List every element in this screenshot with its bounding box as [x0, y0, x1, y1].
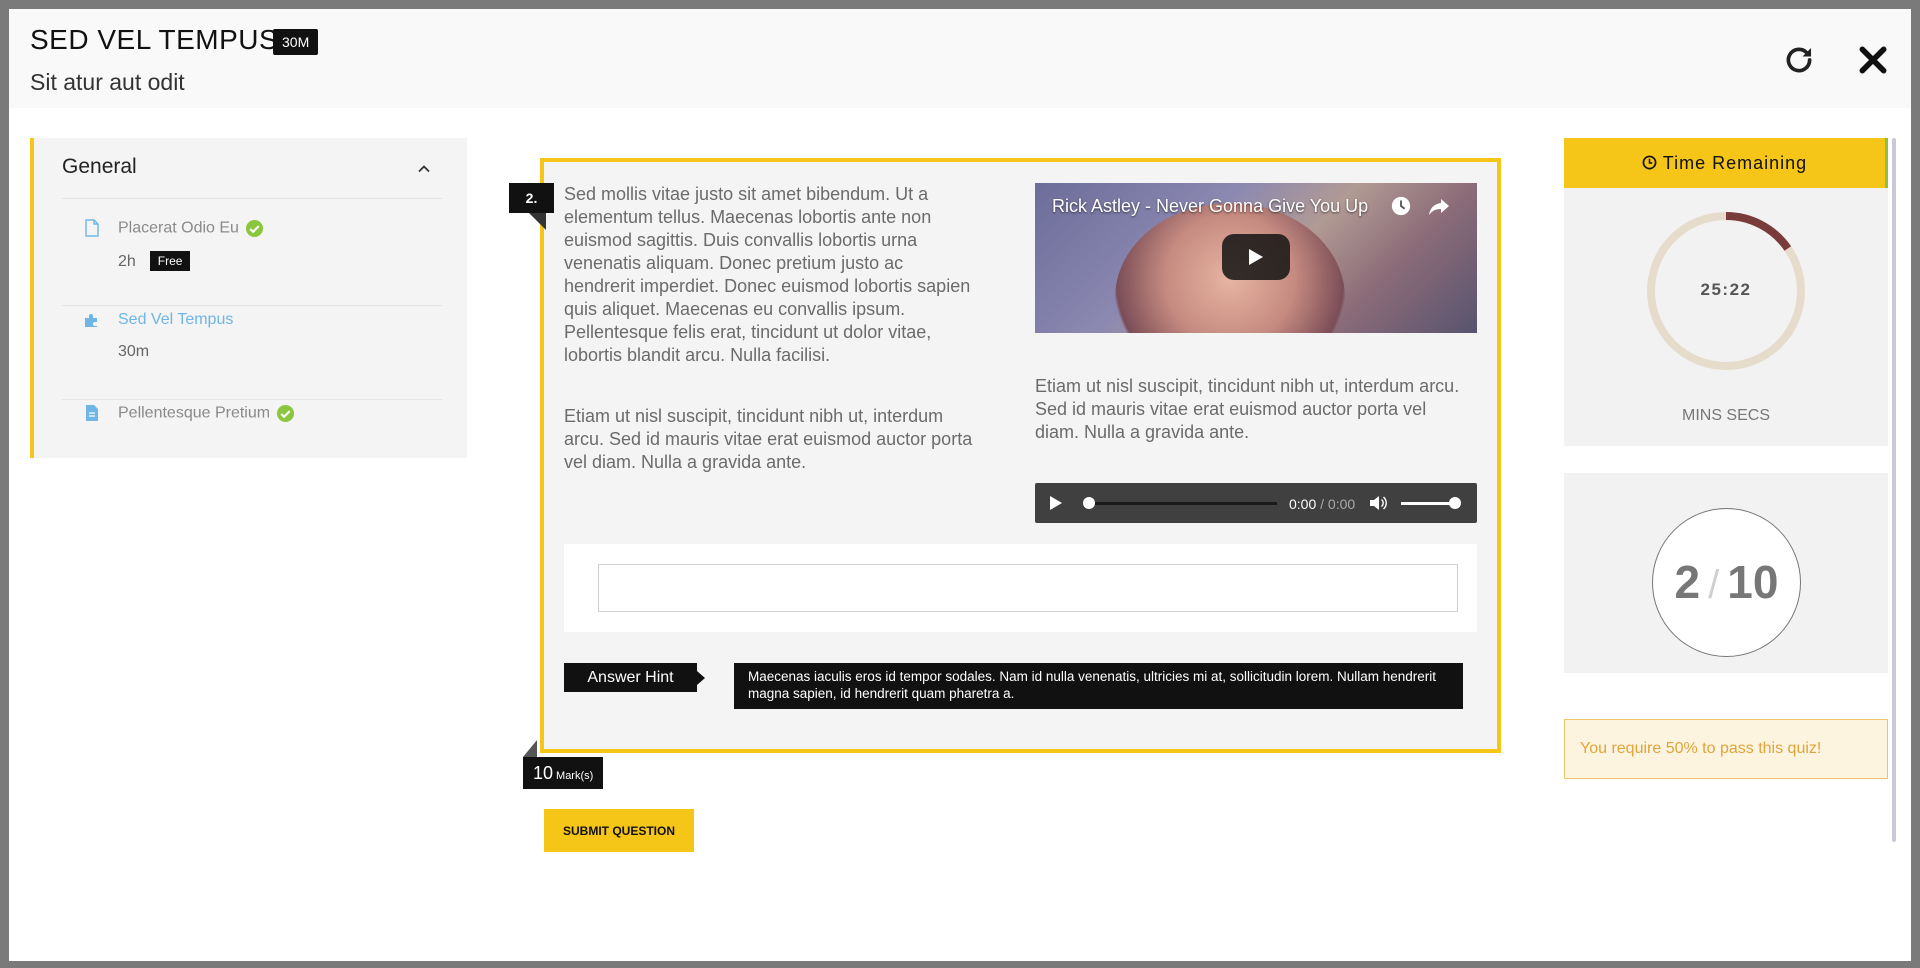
- watch-later-icon[interactable]: [1390, 195, 1412, 217]
- file-icon: [85, 219, 99, 237]
- question-number-tail: [529, 213, 546, 230]
- refresh-button[interactable]: [1782, 43, 1816, 77]
- answer-input[interactable]: [598, 564, 1458, 612]
- audio-time: 0:00 / 0:00: [1289, 496, 1355, 512]
- close-button[interactable]: [1857, 44, 1889, 76]
- volume-icon[interactable]: [1369, 495, 1387, 511]
- page-title: SED VEL TEMPUS: [30, 24, 279, 55]
- marks-label: Mark(s): [556, 770, 594, 782]
- document-icon: [86, 405, 98, 421]
- marks-value: 10: [533, 763, 554, 783]
- audio-play-icon[interactable]: [1049, 495, 1063, 511]
- timer-units: MINS SECS: [1681, 407, 1770, 424]
- completed-check-icon: [277, 404, 295, 423]
- share-icon[interactable]: [1427, 196, 1451, 218]
- sidebar-item-label[interactable]: Pellentesque Pretium: [118, 404, 295, 423]
- refresh-icon: [1786, 47, 1812, 73]
- sidebar-item-placerat-odio-eu[interactable]: Placerat Odio Eu 2h Free: [62, 216, 442, 306]
- chevron-up-icon[interactable]: [416, 161, 432, 177]
- duration-text: 2h: [118, 253, 136, 270]
- marks-badge: 10 Mark(s): [523, 757, 604, 789]
- progress-panel: 2/10: [1564, 473, 1888, 673]
- play-icon: [1249, 249, 1263, 265]
- page-subtitle: Sit atur aut odit: [30, 69, 185, 95]
- scrollbar[interactable]: [1892, 138, 1896, 842]
- video-player[interactable]: Rick Astley - Never Gonna Give You Up: [1035, 183, 1477, 333]
- submit-question-button[interactable]: SUBMIT QUESTION: [544, 809, 694, 852]
- timer-panel: 25:22 MINS SECS: [1564, 188, 1888, 446]
- audio-progress-handle[interactable]: [1083, 497, 1095, 509]
- audio-progress-track[interactable]: [1087, 502, 1277, 505]
- sidebar-item-label[interactable]: Sed Vel Tempus: [118, 311, 233, 329]
- progress-separator: /: [1708, 563, 1720, 607]
- sidebar-item-pellentesque-pretium[interactable]: Pellentesque Pretium: [62, 401, 442, 441]
- question-paragraph: Sed mollis vitae justo sit amet bibendum…: [564, 184, 971, 365]
- lesson-name: Pellentesque Pretium: [118, 404, 271, 422]
- quiz-window: SED VEL TEMPUS 30M Sit atur aut odit Gen…: [9, 9, 1911, 961]
- question-number: 2.: [509, 183, 554, 213]
- answer-area: [564, 544, 1477, 632]
- progress-total: 10: [1727, 556, 1779, 608]
- section-title: General: [62, 155, 137, 178]
- volume-track[interactable]: [1401, 502, 1455, 505]
- pass-requirement-notice: You require 50% to pass this quiz!: [1564, 719, 1888, 779]
- hint-arrow: [697, 671, 705, 685]
- timer-title: Time Remaining: [1662, 153, 1808, 173]
- media-description: Etiam ut nisl suscipit, tincidunt nibh u…: [1035, 376, 1460, 442]
- free-badge: Free: [149, 251, 191, 271]
- question-paragraph: Etiam ut nisl suscipit, tincidunt nibh u…: [564, 406, 973, 472]
- timer-value: 25:22: [1700, 280, 1752, 299]
- answer-hint-text: Maecenas iaculis eros id tempor sodales.…: [734, 663, 1463, 709]
- audio-player: 0:00 / 0:00: [1035, 483, 1477, 523]
- close-icon: [1859, 46, 1887, 74]
- header: SED VEL TEMPUS 30M Sit atur aut odit: [9, 9, 1911, 108]
- lesson-name: Placerat Odio Eu: [118, 219, 239, 237]
- progress-current: 2: [1674, 556, 1701, 608]
- section-header[interactable]: General: [62, 155, 442, 199]
- video-play-button[interactable]: [1222, 234, 1290, 280]
- puzzle-icon: [85, 314, 97, 327]
- audio-time-separator: /: [1316, 496, 1328, 512]
- audio-current-time: 0:00: [1289, 496, 1317, 512]
- sidebar-item-label[interactable]: Placerat Odio Eu: [118, 219, 264, 238]
- clock-icon: [1642, 155, 1657, 170]
- curriculum-sidebar: General Placerat Odio Eu 2h Free Sed Vel …: [30, 138, 467, 458]
- question-text: Sed mollis vitae justo sit amet bibendum…: [564, 183, 974, 512]
- lesson-duration: 30m: [118, 343, 150, 360]
- completed-check-icon: [245, 219, 264, 238]
- audio-total-time: 0:00: [1327, 496, 1356, 512]
- lesson-duration: 2h Free: [118, 251, 191, 271]
- duration-badge: 30M: [273, 29, 319, 55]
- question-progress: 2/10: [1652, 508, 1801, 657]
- answer-hint-label[interactable]: Answer Hint: [564, 663, 697, 692]
- sidebar-item-sed-vel-tempus[interactable]: Sed Vel Tempus 30m: [62, 308, 442, 400]
- video-title[interactable]: Rick Astley - Never Gonna Give You Up: [1052, 196, 1368, 217]
- timer-header: Time Remaining: [1564, 138, 1888, 188]
- volume-handle[interactable]: [1449, 497, 1461, 509]
- marks-tail: [523, 740, 537, 757]
